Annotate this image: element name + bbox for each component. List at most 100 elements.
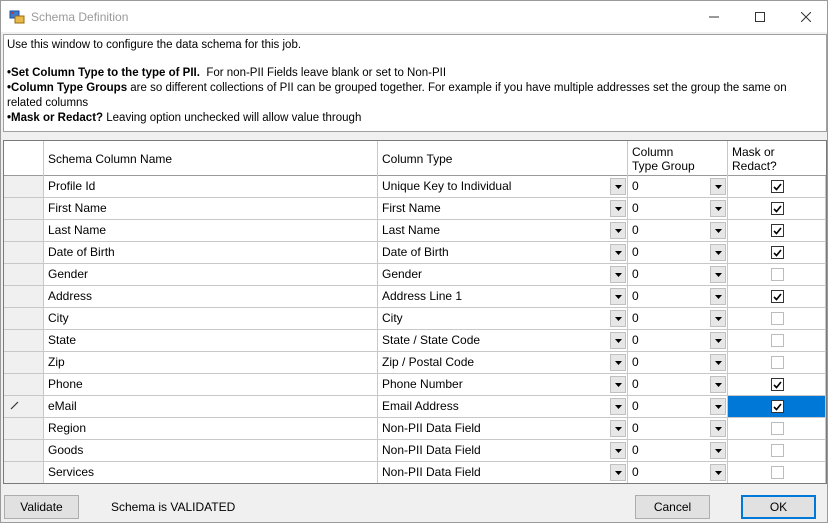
chevron-down-icon[interactable] [710,266,726,283]
ok-button[interactable]: OK [741,495,816,519]
column-type-select[interactable]: Phone Number [378,374,628,395]
schema-column-name-cell[interactable]: Last Name [44,220,378,241]
mask-checkbox[interactable] [771,224,784,237]
column-type-select[interactable]: State / State Code [378,330,628,351]
column-type-group-select[interactable]: 0 [628,264,728,285]
chevron-down-icon[interactable] [610,464,626,481]
chevron-down-icon[interactable] [710,310,726,327]
chevron-down-icon[interactable] [610,244,626,261]
cancel-button[interactable]: Cancel [635,495,710,519]
mask-or-redact-cell[interactable] [728,176,826,197]
column-type-group-select[interactable]: 0 [628,286,728,307]
mask-or-redact-cell[interactable] [728,286,826,307]
chevron-down-icon[interactable] [610,200,626,217]
chevron-down-icon[interactable] [610,332,626,349]
table-row[interactable]: Region Non-PII Data Field 0 [4,418,826,440]
chevron-down-icon[interactable] [610,288,626,305]
schema-column-name-cell[interactable]: Profile Id [44,176,378,197]
chevron-down-icon[interactable] [610,310,626,327]
row-header[interactable] [4,264,44,285]
column-type-group-select[interactable]: 0 [628,462,728,483]
maximize-button[interactable] [737,1,783,32]
column-type-select[interactable]: Non-PII Data Field [378,440,628,461]
mask-checkbox[interactable] [771,378,784,391]
mask-checkbox[interactable] [771,334,784,347]
row-header[interactable] [4,352,44,373]
column-type-group-select[interactable]: 0 [628,330,728,351]
table-row[interactable]: Zip Zip / Postal Code 0 [4,352,826,374]
mask-or-redact-cell[interactable] [728,440,826,461]
column-type-group-select[interactable]: 0 [628,374,728,395]
column-type-select[interactable]: First Name [378,198,628,219]
mask-or-redact-cell[interactable] [728,418,826,439]
schema-column-name-cell[interactable]: Goods [44,440,378,461]
table-row[interactable]: Profile Id Unique Key to Individual 0 [4,176,826,198]
table-row[interactable]: Services Non-PII Data Field 0 [4,462,826,483]
chevron-down-icon[interactable] [610,354,626,371]
table-row[interactable]: Address Address Line 1 0 [4,286,826,308]
chevron-down-icon[interactable] [710,420,726,437]
header-mask-or-redact[interactable]: Mask or Redact? [728,141,826,176]
mask-or-redact-cell[interactable] [728,352,826,373]
schema-column-name-cell[interactable]: Gender [44,264,378,285]
row-header[interactable] [4,242,44,263]
chevron-down-icon[interactable] [710,244,726,261]
mask-checkbox[interactable] [771,356,784,369]
chevron-down-icon[interactable] [710,442,726,459]
chevron-down-icon[interactable] [710,200,726,217]
mask-checkbox[interactable] [771,312,784,325]
chevron-down-icon[interactable] [710,288,726,305]
minimize-button[interactable] [691,1,737,32]
row-header[interactable] [4,286,44,307]
mask-checkbox[interactable] [771,422,784,435]
schema-column-name-cell[interactable]: City [44,308,378,329]
chevron-down-icon[interactable] [610,376,626,393]
column-type-select[interactable]: Address Line 1 [378,286,628,307]
column-type-group-select[interactable]: 0 [628,308,728,329]
mask-checkbox[interactable] [771,268,784,281]
close-button[interactable] [783,1,828,32]
column-type-select[interactable]: Non-PII Data Field [378,462,628,483]
header-schema-column-name[interactable]: Schema Column Name [44,141,378,176]
column-type-group-select[interactable]: 0 [628,198,728,219]
table-row[interactable]: Last Name Last Name 0 [4,220,826,242]
schema-column-name-cell[interactable]: Date of Birth [44,242,378,263]
column-type-group-select[interactable]: 0 [628,418,728,439]
table-row[interactable]: Gender Gender 0 [4,264,826,286]
row-header[interactable] [4,418,44,439]
chevron-down-icon[interactable] [710,178,726,195]
chevron-down-icon[interactable] [710,332,726,349]
column-type-select[interactable]: City [378,308,628,329]
chevron-down-icon[interactable] [710,354,726,371]
column-type-select[interactable]: Non-PII Data Field [378,418,628,439]
schema-column-name-cell[interactable]: Services [44,462,378,483]
mask-checkbox[interactable] [771,444,784,457]
mask-checkbox[interactable] [771,466,784,479]
chevron-down-icon[interactable] [610,266,626,283]
column-type-select[interactable]: Email Address [378,396,628,417]
table-row[interactable]: First Name First Name 0 [4,198,826,220]
row-header[interactable] [4,396,44,417]
row-header[interactable] [4,374,44,395]
row-header[interactable] [4,198,44,219]
column-type-select[interactable]: Date of Birth [378,242,628,263]
validate-button[interactable]: Validate [4,495,79,519]
column-type-group-select[interactable]: 0 [628,242,728,263]
mask-checkbox[interactable] [771,180,784,193]
schema-column-name-cell[interactable]: First Name [44,198,378,219]
chevron-down-icon[interactable] [610,398,626,415]
column-type-group-select[interactable]: 0 [628,176,728,197]
schema-grid[interactable]: Schema Column Name Column Type Column Ty… [3,140,827,484]
mask-or-redact-cell[interactable] [728,220,826,241]
chevron-down-icon[interactable] [610,420,626,437]
mask-or-redact-cell[interactable] [728,264,826,285]
row-header[interactable] [4,308,44,329]
mask-checkbox[interactable] [771,246,784,259]
column-type-select[interactable]: Last Name [378,220,628,241]
column-type-group-select[interactable]: 0 [628,352,728,373]
header-column-type-group[interactable]: Column Type Group [628,141,728,176]
chevron-down-icon[interactable] [610,178,626,195]
mask-or-redact-cell[interactable] [728,308,826,329]
mask-or-redact-cell[interactable] [728,198,826,219]
chevron-down-icon[interactable] [710,222,726,239]
